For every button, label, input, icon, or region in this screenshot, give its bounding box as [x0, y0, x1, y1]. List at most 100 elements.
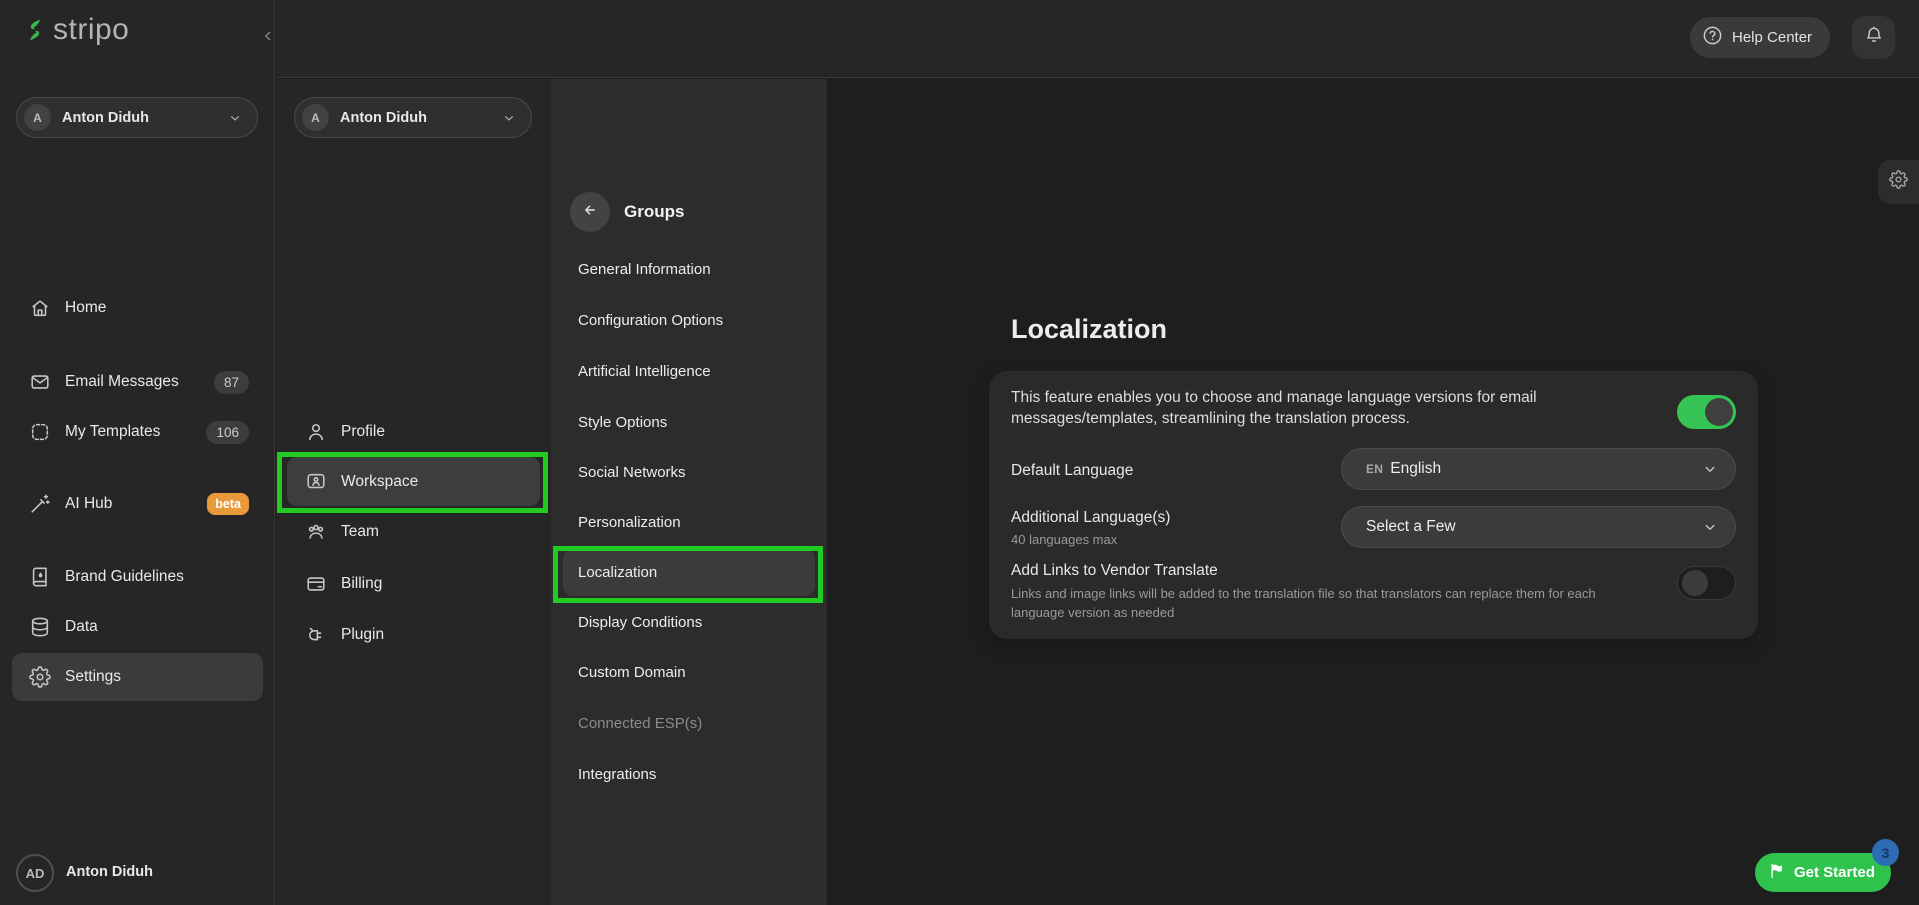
group-item-label: Personalization — [578, 514, 681, 531]
settings-nav-profile[interactable]: Profile — [287, 407, 540, 456]
vendor-translate-hint: Links and image links will be added to t… — [1011, 584, 1691, 622]
page-title: Localization — [1011, 314, 1167, 345]
account-name: Anton Diduh — [62, 110, 227, 126]
avatar: A — [24, 104, 51, 131]
sidebar-item-data[interactable]: Data — [12, 603, 263, 651]
group-item-label: Artificial Intelligence — [578, 363, 711, 380]
account-switcher[interactable]: A Anton Diduh — [16, 97, 258, 138]
avatar: A — [302, 104, 329, 131]
group-item-configuration-options[interactable]: Configuration Options — [563, 297, 815, 344]
chevron-down-icon — [1701, 518, 1719, 536]
sidebar-item-label: Settings — [65, 668, 121, 686]
magic-wand-icon — [29, 493, 51, 515]
team-icon — [305, 521, 327, 543]
settings-nav-workspace[interactable]: Workspace — [287, 457, 540, 506]
group-item-label: Configuration Options — [578, 312, 723, 329]
flag-icon — [1768, 862, 1786, 884]
group-item-label: Style Options — [578, 414, 667, 431]
email-messages-count-badge: 87 — [214, 371, 249, 394]
get-started-label: Get Started — [1794, 864, 1875, 881]
get-started-button[interactable]: Get Started — [1755, 853, 1891, 892]
vendor-translate-label: Add Links to Vendor Translate — [1011, 562, 1218, 580]
bell-icon — [1864, 25, 1884, 50]
workspace-account-switcher[interactable]: A Anton Diduh — [294, 97, 532, 138]
language-code: EN — [1366, 462, 1383, 476]
settings-nav-label: Team — [341, 523, 379, 541]
chevron-down-icon — [1701, 460, 1719, 478]
sidebar-item-label: Home — [65, 299, 106, 317]
group-item-display-conditions[interactable]: Display Conditions — [563, 599, 815, 646]
sidebar-item-settings[interactable]: Settings — [12, 653, 263, 701]
sidebar-item-label: Brand Guidelines — [65, 568, 184, 586]
group-item-label: Integrations — [578, 766, 656, 783]
group-item-social-networks[interactable]: Social Networks — [563, 449, 815, 496]
settings-nav-team[interactable]: Team — [287, 507, 540, 556]
vendor-translate-toggle[interactable] — [1677, 566, 1736, 600]
help-center-label: Help Center — [1732, 29, 1812, 46]
help-center-button[interactable]: Help Center — [1690, 17, 1830, 58]
chevron-down-icon — [501, 110, 517, 126]
settings-nav-label: Plugin — [341, 626, 384, 644]
sidebar-item-label: Data — [65, 618, 98, 636]
settings-nav-label: Profile — [341, 423, 385, 441]
envelope-icon — [29, 371, 51, 393]
sidebar-item-home[interactable]: Home — [12, 284, 263, 332]
sidebar-item-label: Email Messages — [65, 373, 179, 391]
home-icon — [29, 297, 51, 319]
default-language-label: Default Language — [1011, 462, 1133, 480]
book-icon — [29, 566, 51, 588]
group-item-custom-domain[interactable]: Custom Domain — [563, 649, 815, 696]
toggle-knob — [1705, 398, 1733, 426]
group-item-label: Social Networks — [578, 464, 686, 481]
additional-languages-select[interactable]: Select a Few — [1341, 506, 1736, 548]
group-item-artificial-intelligence[interactable]: Artificial Intelligence — [563, 348, 815, 395]
sidebar-item-email-messages[interactable]: Email Messages 87 — [12, 358, 263, 406]
group-item-label: General Information — [578, 261, 711, 278]
footer-avatar[interactable]: AD — [16, 854, 54, 892]
group-item-label: Connected ESP(s) — [578, 715, 702, 732]
settings-nav-label: Workspace — [341, 473, 418, 491]
gear-icon — [29, 666, 51, 688]
back-button[interactable] — [570, 192, 610, 232]
logo-text: stripo — [53, 13, 129, 47]
account-name: Anton Diduh — [340, 110, 501, 126]
get-started-count-badge[interactable]: 3 — [1872, 839, 1899, 866]
my-templates-count-badge: 106 — [206, 421, 249, 444]
group-item-label: Custom Domain — [578, 664, 686, 681]
sidebar-item-ai-hub[interactable]: AI Hub beta — [12, 480, 263, 528]
chevron-left-icon — [260, 28, 276, 49]
feature-description: This feature enables you to choose and m… — [1011, 387, 1651, 429]
gear-icon — [1889, 170, 1908, 194]
group-item-localization[interactable]: Localization — [563, 549, 815, 596]
settings-nav-plugin[interactable]: Plugin — [287, 610, 540, 659]
top-bar — [276, 0, 1919, 78]
group-item-label: Display Conditions — [578, 614, 702, 631]
stripo-logo[interactable]: stripo — [24, 13, 129, 47]
sidebar-item-label: My Templates — [65, 423, 160, 441]
group-item-label: Localization — [578, 564, 657, 581]
group-item-integrations[interactable]: Integrations — [563, 751, 815, 798]
default-language-select[interactable]: EN English — [1341, 448, 1736, 490]
group-item-general-information[interactable]: General Information — [563, 246, 815, 293]
database-icon — [29, 616, 51, 638]
ai-hub-beta-badge: beta — [207, 493, 249, 515]
template-grid-icon — [29, 421, 51, 443]
notifications-button[interactable] — [1852, 16, 1895, 59]
footer-user-name: Anton Diduh — [66, 864, 153, 880]
feature-toggle[interactable] — [1677, 395, 1736, 429]
groups-panel-title: Groups — [624, 202, 684, 222]
additional-languages-value: Select a Few — [1366, 518, 1456, 536]
sidebar-collapse-button[interactable] — [256, 26, 280, 50]
group-item-personalization[interactable]: Personalization — [563, 499, 815, 546]
plug-icon — [305, 624, 327, 646]
panel-settings-tab[interactable] — [1878, 160, 1919, 204]
workspace-monitor-icon — [305, 471, 327, 493]
group-item-style-options[interactable]: Style Options — [563, 399, 815, 446]
additional-languages-label: Additional Language(s) — [1011, 509, 1170, 527]
sidebar-item-label: AI Hub — [65, 495, 112, 513]
settings-nav-billing[interactable]: Billing — [287, 559, 540, 608]
toggle-knob — [1682, 570, 1708, 596]
chevron-down-icon — [227, 110, 243, 126]
sidebar-item-brand-guidelines[interactable]: Brand Guidelines — [12, 553, 263, 601]
sidebar-item-my-templates[interactable]: My Templates 106 — [12, 408, 263, 456]
